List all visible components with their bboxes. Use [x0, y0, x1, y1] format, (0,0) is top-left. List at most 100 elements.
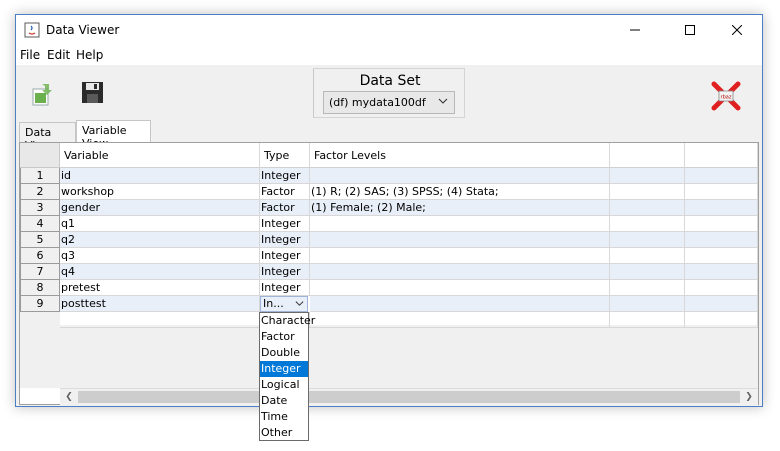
cell-type[interactable]: Integer [260, 280, 310, 296]
type-option-character[interactable]: Character [260, 313, 315, 329]
cell-blank[interactable] [610, 184, 685, 200]
cell-blank[interactable] [610, 216, 685, 232]
tab-variable-view[interactable]: Variable View [76, 120, 151, 150]
cell-factor-levels[interactable]: (1) Female; (2) Male; [310, 200, 610, 216]
menu-edit[interactable]: Edit [47, 48, 70, 62]
type-option-time[interactable]: Time [260, 409, 308, 425]
cell-variable[interactable]: q1 [60, 216, 260, 232]
menu-file[interactable]: File [20, 48, 40, 62]
cell-blank[interactable] [685, 248, 758, 264]
scroll-left-icon[interactable]: ❮ [61, 391, 77, 403]
cell-factor-levels[interactable] [310, 216, 610, 232]
dataset-label: Data Set [359, 73, 421, 89]
cell-blank[interactable] [685, 312, 758, 328]
cell-blank[interactable] [60, 312, 260, 328]
type-option-integer[interactable]: Integer [260, 361, 308, 377]
cell-blank[interactable] [610, 200, 685, 216]
cell-blank[interactable] [685, 184, 758, 200]
dataset-select-value: (df) mydata100df [329, 96, 426, 109]
cell-blank[interactable] [610, 168, 685, 184]
maximize-button[interactable] [667, 15, 713, 45]
cell-variable[interactable]: q4 [60, 264, 260, 280]
cell-factor-levels[interactable] [310, 264, 610, 280]
close-window-button[interactable] [714, 15, 760, 45]
cell-blank[interactable] [610, 312, 685, 328]
scroll-right-icon[interactable]: ❯ [741, 391, 757, 403]
dataset-panel: Data Set (df) mydata100df [313, 68, 465, 118]
cell-factor-levels[interactable]: (1) R; (2) SAS; (3) SPSS; (4) Stata; [310, 184, 610, 200]
cell-blank[interactable] [610, 232, 685, 248]
table-corner [20, 143, 60, 168]
close-icon [732, 25, 742, 35]
row-number: 1 [20, 168, 60, 184]
type-option-double[interactable]: Double [260, 345, 308, 361]
cell-type[interactable]: Factor [260, 200, 310, 216]
column-header-factor-levels[interactable]: Factor Levels [310, 143, 610, 168]
minimize-button[interactable] [612, 15, 658, 45]
cell-blank[interactable] [310, 312, 610, 328]
table-row-empty[interactable] [20, 312, 758, 328]
column-header-variable[interactable]: Variable [60, 143, 260, 168]
cell-factor-levels[interactable] [310, 280, 610, 296]
cell-blank[interactable] [685, 200, 758, 216]
table-row[interactable]: 4 q1 Integer [20, 216, 758, 232]
cell-type[interactable]: Factor [260, 184, 310, 200]
table-row[interactable]: 5 q2 Integer [20, 232, 758, 248]
table-row[interactable]: 7 q4 Integer [20, 264, 758, 280]
cell-type[interactable]: Integer [260, 232, 310, 248]
type-option-other[interactable]: Other [260, 425, 308, 441]
cell-variable[interactable]: id [60, 168, 260, 184]
table-row[interactable]: 6 q3 Integer [20, 248, 758, 264]
cell-blank[interactable] [685, 232, 758, 248]
type-option-logical[interactable]: Logical [260, 377, 308, 393]
table-row[interactable]: 2 workshop Factor (1) R; (2) SAS; (3) SP… [20, 184, 758, 200]
cell-blank[interactable] [685, 280, 758, 296]
table-row[interactable]: 1 id Integer [20, 168, 758, 184]
chevron-down-icon [295, 301, 304, 306]
cell-factor-levels[interactable] [310, 168, 610, 184]
java-app-icon [24, 22, 40, 38]
column-header-type[interactable]: Type [260, 143, 310, 168]
table-row[interactable]: 3 gender Factor (1) Female; (2) Male; [20, 200, 758, 216]
cell-variable[interactable]: q3 [60, 248, 260, 264]
close-dataset-button[interactable]: rbaz [710, 80, 742, 112]
cell-type[interactable]: Integer [260, 248, 310, 264]
chevron-down-icon [438, 98, 448, 104]
dataset-select[interactable]: (df) mydata100df [323, 91, 455, 114]
type-option-factor[interactable]: Factor [260, 329, 308, 345]
cell-blank[interactable] [685, 296, 758, 312]
cell-variable[interactable]: pretest [60, 280, 260, 296]
cell-variable[interactable]: q2 [60, 232, 260, 248]
cell-type[interactable]: Integer [260, 216, 310, 232]
column-header-blank-2[interactable] [685, 143, 758, 168]
cell-variable[interactable]: gender [60, 200, 260, 216]
import-button[interactable] [28, 81, 56, 109]
column-header-blank-1[interactable] [610, 143, 685, 168]
cell-variable[interactable]: posttest [60, 296, 260, 312]
cell-variable[interactable]: workshop [60, 184, 260, 200]
menu-help[interactable]: Help [76, 48, 103, 62]
window-title: Data Viewer [46, 23, 120, 37]
cell-factor-levels[interactable] [310, 248, 610, 264]
scrollbar-thumb[interactable] [78, 391, 740, 403]
cell-blank[interactable] [610, 248, 685, 264]
cell-blank[interactable] [685, 264, 758, 280]
table-row[interactable]: 8 pretest Integer [20, 280, 758, 296]
cell-type[interactable]: Integer [260, 168, 310, 184]
save-icon [82, 82, 103, 103]
save-button[interactable] [79, 79, 107, 107]
variable-table: Variable Type Factor Levels 1 id Integer… [19, 142, 759, 405]
tab-data-view[interactable]: Data View [19, 122, 76, 152]
cell-blank[interactable] [610, 296, 685, 312]
cell-type[interactable]: Integer [260, 264, 310, 280]
horizontal-scrollbar[interactable]: ❮ ❯ [60, 388, 758, 405]
table-row[interactable]: 9 posttest In... [20, 296, 758, 312]
type-option-date[interactable]: Date [260, 393, 308, 409]
cell-blank[interactable] [610, 264, 685, 280]
type-combo-editor[interactable]: In... [260, 296, 308, 312]
cell-factor-levels[interactable] [310, 296, 610, 312]
cell-blank[interactable] [685, 216, 758, 232]
cell-factor-levels[interactable] [310, 232, 610, 248]
cell-blank[interactable] [685, 168, 758, 184]
cell-blank[interactable] [610, 280, 685, 296]
